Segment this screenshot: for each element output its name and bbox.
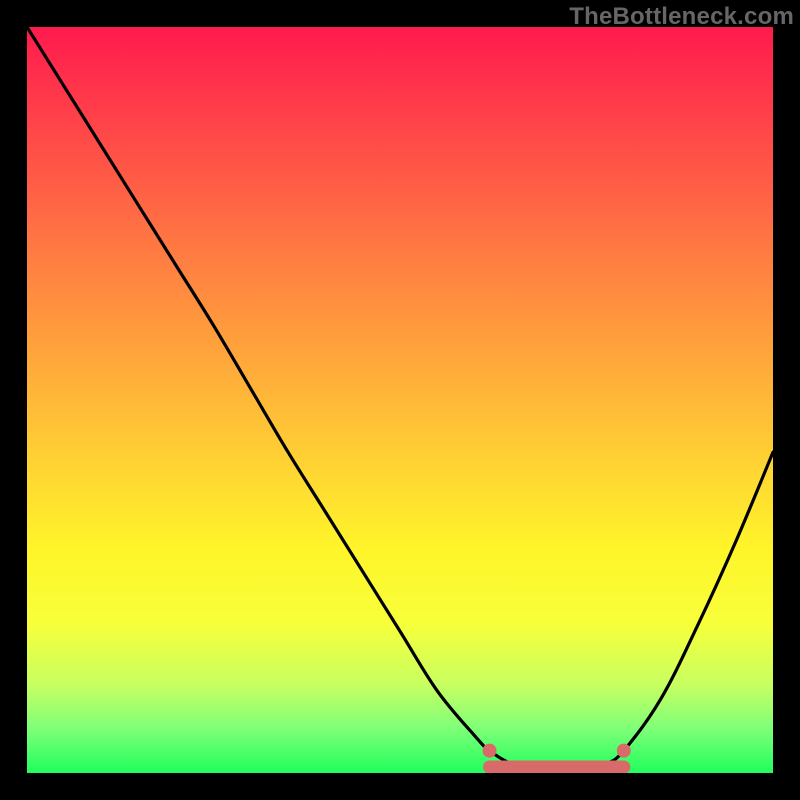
fit-start-dot — [483, 744, 497, 758]
chart-plot-area — [27, 27, 773, 773]
bottleneck-curve — [27, 27, 773, 769]
watermark-text: TheBottleneck.com — [569, 3, 794, 31]
bottom-border — [27, 773, 773, 800]
chart-frame: TheBottleneck.com — [0, 0, 800, 800]
chart-svg — [27, 27, 773, 773]
fit-end-dot — [617, 744, 631, 758]
